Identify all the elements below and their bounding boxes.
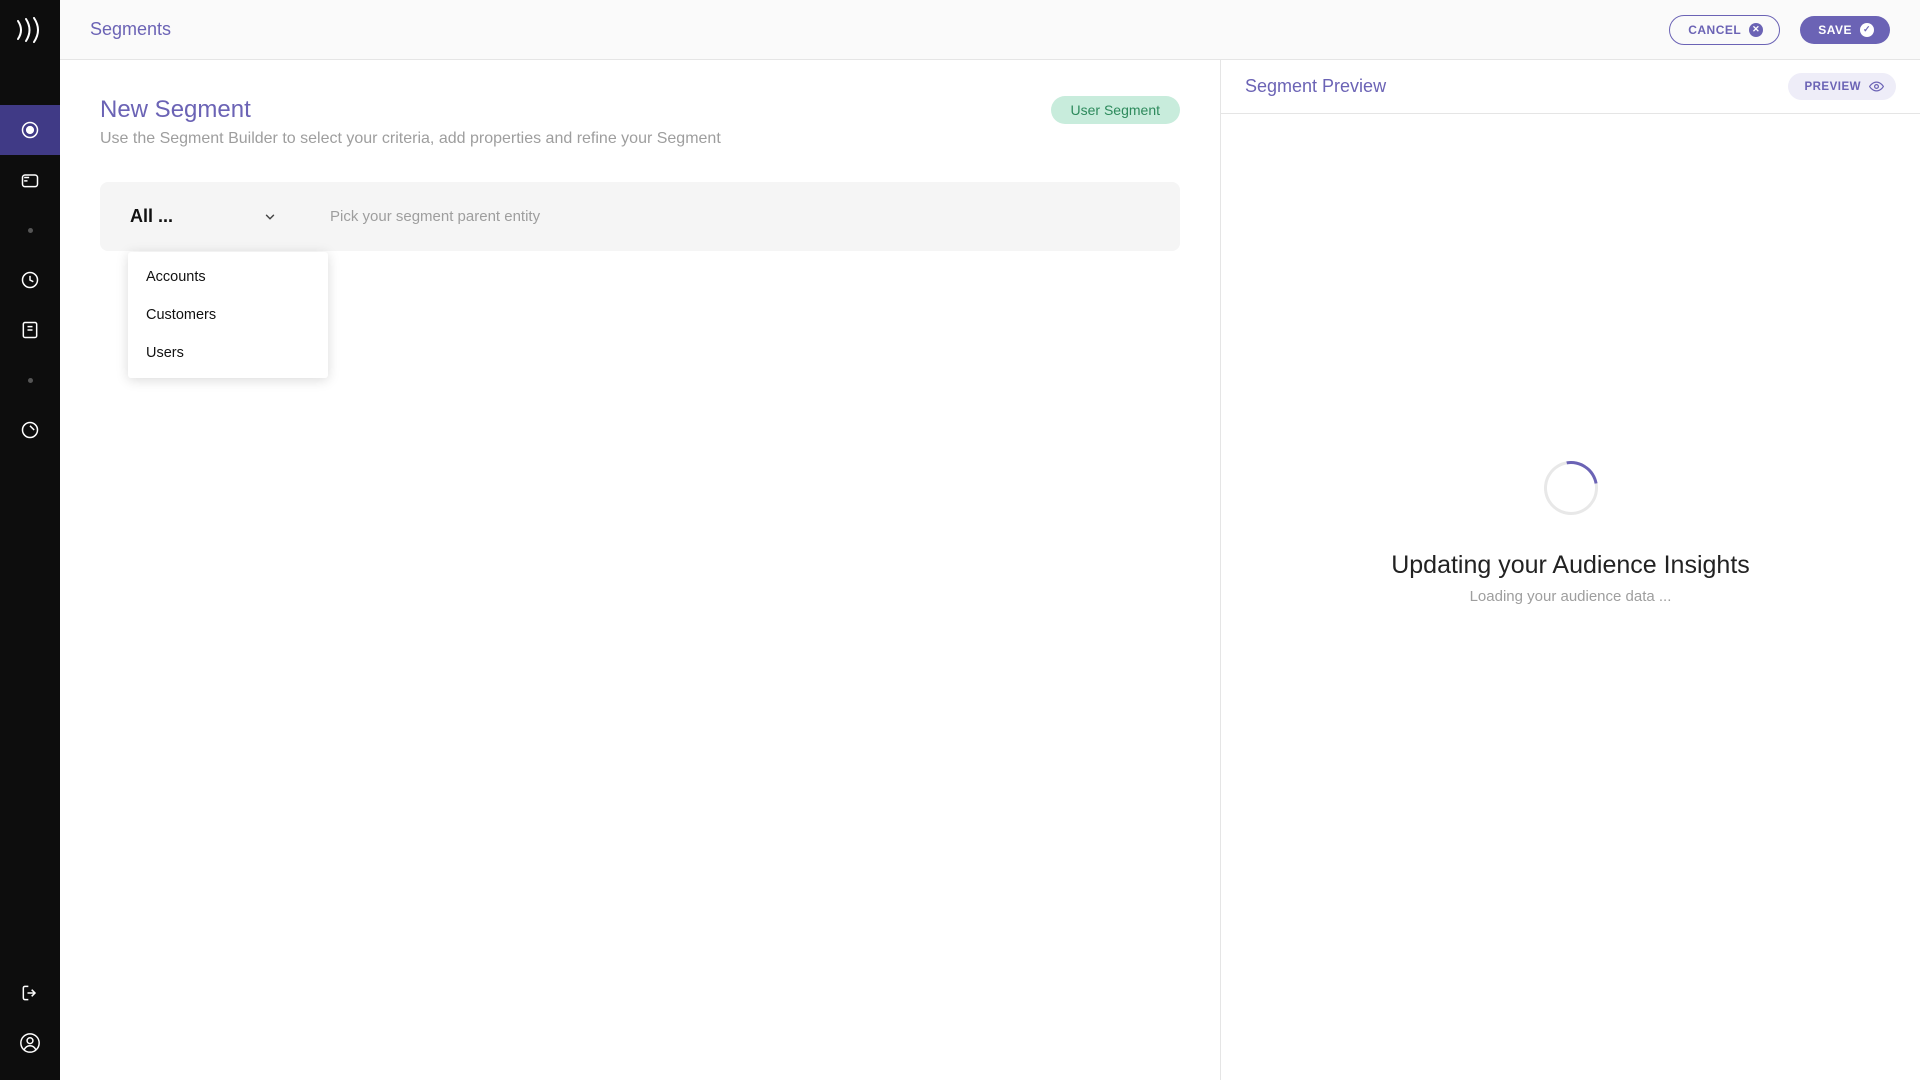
entity-hint: Pick your segment parent entity	[330, 208, 540, 225]
breadcrumb[interactable]: Segments	[90, 19, 1649, 40]
preview-title: Segment Preview	[1245, 76, 1386, 97]
dropdown-option-accounts[interactable]: Accounts	[128, 258, 328, 296]
nav-account[interactable]	[0, 1018, 60, 1068]
eye-icon	[1869, 79, 1884, 94]
nav-item-4[interactable]	[0, 305, 60, 355]
loading-spinner-icon	[1533, 450, 1608, 525]
nav-item-2[interactable]	[0, 155, 60, 205]
entity-row: All ... Pick your segment parent entity …	[100, 182, 1180, 251]
page-subtitle: Use the Segment Builder to select your c…	[100, 130, 721, 148]
nav-separator-1	[0, 205, 60, 255]
brand-logo[interactable]	[0, 0, 60, 60]
close-icon: ✕	[1749, 23, 1763, 37]
preview-button[interactable]: PREVIEW	[1788, 73, 1896, 100]
save-button[interactable]: SAVE ✓	[1800, 16, 1890, 44]
segment-type-badge: User Segment	[1051, 96, 1180, 124]
chevron-down-icon	[263, 210, 277, 224]
save-button-label: SAVE	[1818, 23, 1852, 37]
preview-heading: Updating your Audience Insights	[1391, 551, 1750, 580]
preview-subtext: Loading your audience data ...	[1470, 588, 1672, 605]
segment-builder: New Segment Use the Segment Builder to s…	[60, 60, 1220, 1080]
topbar: Segments CANCEL ✕ SAVE ✓	[60, 0, 1920, 60]
nav-logout[interactable]	[0, 968, 60, 1018]
entity-selector-label: All ...	[130, 206, 173, 227]
cancel-button[interactable]: CANCEL ✕	[1669, 15, 1780, 45]
cancel-button-label: CANCEL	[1688, 23, 1741, 37]
segment-preview-panel: Segment Preview PREVIEW Updating your Au…	[1220, 60, 1920, 1080]
nav-item-5[interactable]	[0, 405, 60, 455]
nav-segments[interactable]	[0, 105, 60, 155]
page-title: New Segment	[100, 96, 721, 124]
dropdown-option-users[interactable]: Users	[128, 334, 328, 372]
entity-selector[interactable]: All ...	[130, 206, 280, 227]
nav-separator-2	[0, 355, 60, 405]
dropdown-option-customers[interactable]: Customers	[128, 296, 328, 334]
preview-button-label: PREVIEW	[1804, 81, 1861, 93]
nav-item-3[interactable]	[0, 255, 60, 305]
sidebar	[0, 0, 60, 1080]
check-icon: ✓	[1860, 23, 1874, 37]
entity-dropdown: Accounts Customers Users	[128, 252, 328, 378]
